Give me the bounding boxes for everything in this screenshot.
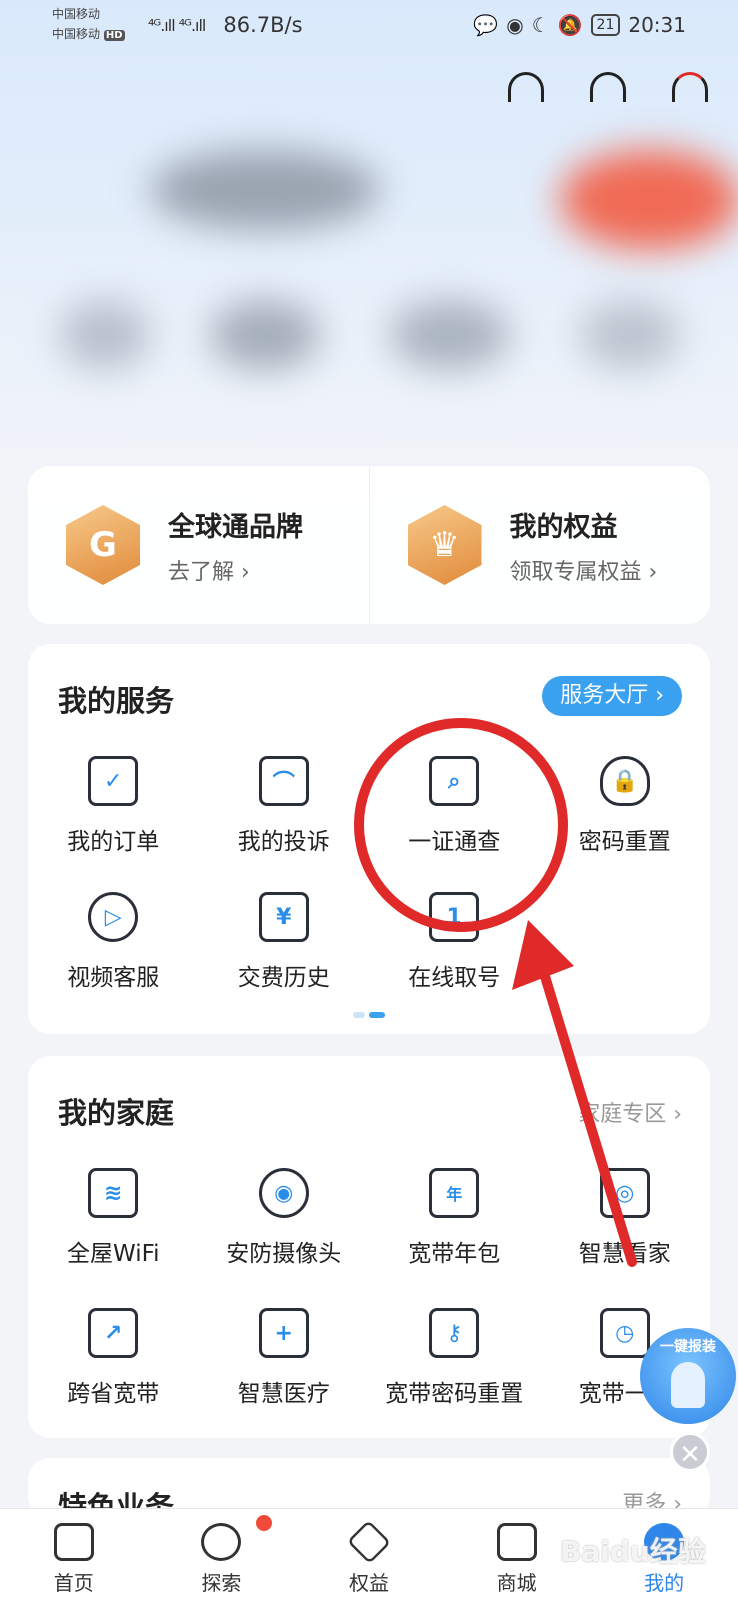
settings-icon[interactable] <box>508 72 544 102</box>
global-brand-icon: G <box>66 505 140 585</box>
chat-icon: 💬 <box>473 13 499 37</box>
camera-icon: ◉ <box>258 1168 309 1218</box>
family-label: 跨省宽带 <box>67 1381 160 1407</box>
rocket-icon <box>671 1362 705 1408</box>
family-zone-link[interactable]: 家庭专区 › <box>578 1096 682 1128</box>
home-camera-icon: ◎ <box>599 1168 650 1218</box>
family-item[interactable]: 年宽带年包 <box>369 1168 540 1268</box>
family-grid: ≋ 全屋WiFi ◉ 安防摄像头 年宽带年包 ◎ 智慧看家 ↗ 跨省宽带 + 智慧医疗 ⚷… <box>28 1168 710 1408</box>
page-indicator <box>353 1012 385 1018</box>
message-icon[interactable] <box>590 72 626 102</box>
notification-icon[interactable] <box>672 72 708 102</box>
service-label: 交费历史 <box>237 965 330 991</box>
family-item[interactable]: ⚷ 宽带密码重置 <box>369 1308 540 1408</box>
router-year-icon: 年 <box>429 1168 480 1218</box>
family-label: 智慧看家 <box>578 1241 671 1267</box>
moon-icon: ☾ <box>531 13 550 37</box>
shopping-bag-icon <box>496 1523 537 1561</box>
carrier-info: 中国移动 中国移动 HD <box>52 4 142 46</box>
service-label: 视频客服 <box>67 965 160 991</box>
global-brand-title: 全球通品牌 <box>168 511 303 543</box>
service-label: 在线取号 <box>408 965 501 991</box>
family-label: 全屋WiFi <box>66 1241 160 1267</box>
family-item[interactable]: ◎ 智慧看家 <box>540 1168 711 1268</box>
one-click-install-widget[interactable]: 一键报装 <box>640 1328 736 1424</box>
my-benefits-entry[interactable]: ♛ 我的权益 领取专属权益 › <box>368 466 711 624</box>
family-item[interactable]: + 智慧医疗 <box>199 1308 370 1408</box>
service-label: 密码重置 <box>578 829 671 855</box>
blurred-stat-1 <box>60 300 150 370</box>
header-actions <box>508 72 708 102</box>
compass-icon <box>201 1523 242 1561</box>
family-item[interactable]: ≋ 全屋WiFi <box>28 1168 199 1268</box>
receipt-yen-icon: ¥ <box>258 892 309 942</box>
carrier-2-name: 中国移动 <box>52 27 101 41</box>
close-icon[interactable]: ✕ <box>670 1432 710 1472</box>
notification-dot <box>255 1515 272 1531</box>
family-label: 安防摄像头 <box>226 1241 342 1267</box>
blurred-stat-2 <box>210 300 320 370</box>
services-title: 我的服务 <box>58 684 175 718</box>
battery-icon: 21 <box>590 14 621 36</box>
family-title: 我的家庭 <box>58 1096 175 1130</box>
tab-home[interactable]: 首页 <box>0 1509 148 1600</box>
net-speed: 86.7B/s <box>223 13 303 37</box>
tab-label: 商城 <box>496 1571 537 1595</box>
status-icons: 💬 ◉ ☾ 🔕 21 20:31 <box>473 13 686 37</box>
mute-icon: 🔕 <box>557 13 583 37</box>
tab-benefits[interactable]: 权益 <box>295 1509 443 1600</box>
monitor-key-icon: ⚷ <box>429 1308 480 1358</box>
service-item[interactable]: ▷ 视频客服 <box>28 892 199 992</box>
my-family-card: 我的家庭 家庭专区 › ≋ 全屋WiFi ◉ 安防摄像头 年宽带年包 ◎ 智慧看家 ↗… <box>28 1056 710 1438</box>
blurred-username <box>150 150 380 230</box>
monitor-clock-icon: ◷ <box>599 1308 650 1358</box>
crown-icon: ♛ <box>407 505 482 585</box>
my-benefits-title: 我的权益 <box>509 511 618 543</box>
family-item[interactable]: ◉ 安防摄像头 <box>199 1168 370 1268</box>
tab-label: 我的 <box>644 1571 685 1595</box>
carrier-1: 中国移动 <box>52 7 101 21</box>
monitor-share-icon: ↗ <box>88 1308 139 1358</box>
service-label: 我的投诉 <box>237 829 330 855</box>
medical-kit-icon: + <box>258 1308 309 1358</box>
blurred-stat-4 <box>580 300 680 370</box>
blurred-badge <box>560 150 738 250</box>
tab-label: 首页 <box>53 1571 94 1595</box>
shield-lock-icon: 🔒 <box>599 756 650 806</box>
service-item[interactable]: ✓ 我的订单 <box>28 756 199 856</box>
home-tab-icon <box>53 1523 94 1561</box>
annotation-circle <box>354 718 568 932</box>
status-bar: 中国移动 中国移动 HD ⁴ᴳ.ıll ⁴ᴳ.ıll 86.7B/s 💬 ◉ ☾… <box>0 0 738 50</box>
signal-icon: ⁴ᴳ.ıll ⁴ᴳ.ıll <box>148 15 206 35</box>
page-dot <box>353 1012 365 1018</box>
carrier-2: 中国移动 HD <box>52 24 142 46</box>
family-label: 智慧医疗 <box>237 1381 330 1407</box>
family-label: 宽带年包 <box>408 1241 501 1267</box>
my-benefits-link[interactable]: 领取专属权益 › <box>510 554 658 586</box>
home-wifi-icon: ≋ <box>88 1168 139 1218</box>
tab-label: 探索 <box>201 1571 242 1595</box>
diamond-icon <box>346 1519 392 1565</box>
blurred-stat-3 <box>390 300 510 370</box>
service-hall-button[interactable]: 服务大厅 › <box>542 676 682 716</box>
page-dot-active <box>369 1012 385 1018</box>
headset-icon: ▷ <box>88 892 139 942</box>
watermark: Baidu经验 <box>560 1535 706 1568</box>
widget-title: 一键报装 <box>660 1339 716 1355</box>
hd-badge: HD <box>103 30 125 41</box>
clock: 20:31 <box>628 13 686 37</box>
chat-bubble-icon: ⌒ <box>258 756 309 806</box>
tab-label: 权益 <box>348 1571 389 1595</box>
tab-explore[interactable]: 探索 <box>148 1509 296 1600</box>
brand-card: G 全球通品牌 去了解 › ♛ 我的权益 领取专属权益 › <box>28 466 710 624</box>
global-brand-entry[interactable]: G 全球通品牌 去了解 › <box>28 466 369 624</box>
eye-icon: ◉ <box>506 13 524 37</box>
service-item[interactable]: ⌒ 我的投诉 <box>199 756 370 856</box>
clipboard-check-icon: ✓ <box>88 756 139 806</box>
service-label: 我的订单 <box>67 829 160 855</box>
service-item[interactable]: ¥ 交费历史 <box>199 892 370 992</box>
family-label: 宽带密码重置 <box>385 1381 524 1407</box>
family-item[interactable]: ↗ 跨省宽带 <box>28 1308 199 1408</box>
global-brand-link[interactable]: 去了解 › <box>168 554 303 586</box>
